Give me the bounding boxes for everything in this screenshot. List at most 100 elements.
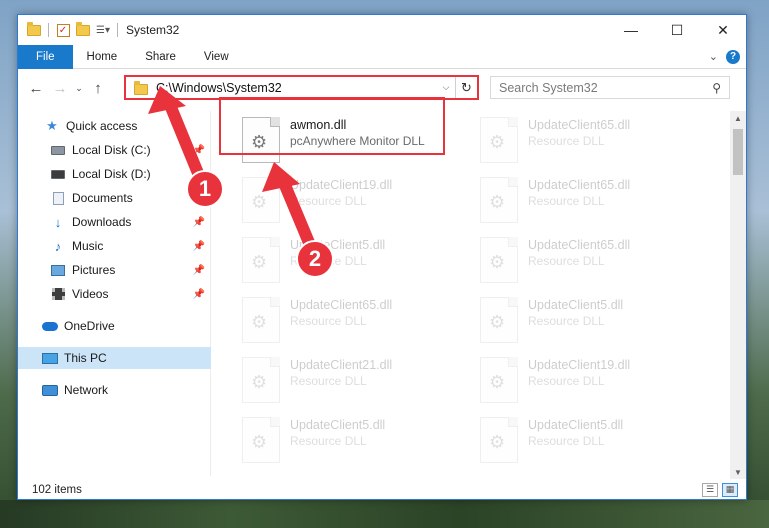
up-arrow-icon[interactable]: ↑ [86, 76, 110, 100]
recent-locations-chevron-icon[interactable]: ⌄ [72, 76, 86, 100]
dll-file-icon [480, 117, 518, 163]
forward-arrow-icon[interactable]: → [48, 76, 72, 100]
sidebar-item-downloads[interactable]: ↓ Downloads 📌 [18, 211, 211, 233]
sidebar-item-music[interactable]: ♪ Music 📌 [18, 235, 211, 257]
search-input[interactable] [499, 80, 713, 95]
status-bar: 102 items ☰ ▦ [18, 479, 746, 500]
sidebar-item-quick-access[interactable]: ★ Quick access [18, 115, 211, 137]
sidebar-item-label: OneDrive [64, 319, 115, 333]
expand-ribbon-icon[interactable]: ⌄ [709, 50, 718, 63]
file-description: Resource DLL [290, 434, 367, 448]
file-name: UpdateClient65.dll [528, 238, 631, 252]
sidebar-item-this-pc[interactable]: This PC [18, 347, 211, 369]
sidebar-item-label: Documents [72, 191, 133, 205]
file-tile[interactable]: UpdateClient65.dll Resource DLL [242, 293, 472, 345]
file-name: UpdateClient65.dll [528, 178, 631, 192]
drive-icon [50, 143, 66, 157]
sidebar-item-label: Downloads [72, 215, 132, 229]
sidebar-item-local-disk-d[interactable]: Local Disk (D:) [18, 163, 211, 185]
new-folder-icon[interactable] [75, 21, 91, 37]
toolbar-divider [117, 23, 118, 37]
network-icon [42, 383, 58, 397]
folder-icon [26, 21, 42, 37]
back-arrow-icon[interactable]: ← [24, 76, 48, 100]
maximize-button[interactable]: ☐ [654, 15, 700, 45]
close-button[interactable]: ✕ [700, 15, 746, 45]
step-2-callout: 2 [296, 240, 334, 278]
vertical-scrollbar[interactable]: ▲ ▼ [730, 111, 746, 479]
item-count: 102 items [32, 483, 82, 496]
help-icon[interactable]: ? [726, 49, 740, 64]
dll-file-icon [242, 417, 280, 463]
file-description: Resource DLL [528, 254, 605, 268]
file-name: UpdateClient65.dll [528, 118, 631, 132]
dll-file-icon [242, 177, 280, 223]
properties-icon[interactable]: ✓ [55, 23, 71, 37]
file-name: UpdateClient21.dll [290, 358, 393, 372]
file-name: UpdateClient5.dll [290, 418, 386, 432]
file-tile[interactable]: UpdateClient5.dllResource DLL [242, 233, 472, 285]
file-tile[interactable]: UpdateClient5.dllResource DLL [480, 293, 710, 345]
tab-file[interactable]: File [18, 44, 73, 69]
dll-file-icon [480, 297, 518, 343]
sidebar-item-network[interactable]: Network [18, 379, 211, 401]
file-tile[interactable]: UpdateClient21.dll Resource DLL [242, 353, 472, 405]
file-description: Resource DLL [528, 434, 605, 448]
search-icon[interactable]: ⚲ [712, 81, 721, 95]
file-description: Resource DLL [528, 134, 605, 148]
file-description: Resource DLL [290, 314, 367, 328]
highlight-box [219, 97, 445, 155]
refresh-icon[interactable]: ↻ [455, 77, 477, 98]
ribbon-tabs: File Home Share View ⌄ ? [18, 44, 746, 69]
tab-view[interactable]: View [190, 45, 243, 69]
sidebar-item-videos[interactable]: Videos 📌 [18, 283, 211, 305]
tab-share[interactable]: Share [131, 45, 190, 69]
address-dropdown-icon[interactable]: ⌵ [437, 82, 455, 93]
sidebar-item-label: Local Disk (D:) [72, 167, 151, 181]
scroll-thumb[interactable] [733, 129, 743, 175]
search-box[interactable]: ⚲ [490, 76, 730, 99]
customize-toolbar-icon[interactable]: ☰▾ [95, 23, 111, 37]
file-description: Resource DLL [528, 314, 605, 328]
sidebar-item-label: This PC [64, 351, 107, 365]
address-path[interactable]: C:\Windows\System32 [156, 81, 437, 95]
large-icons-view-icon[interactable]: ▦ [722, 482, 738, 497]
file-tile[interactable]: UpdateClient65.dll Resource DLL [480, 173, 710, 225]
dll-file-icon [480, 357, 518, 403]
file-tile[interactable]: UpdateClient19.dll Resource DLL [480, 353, 710, 405]
file-tile[interactable]: UpdateClient65.dll Resource DLL [480, 113, 710, 165]
scroll-down-icon[interactable]: ▼ [730, 465, 746, 479]
details-view-icon[interactable]: ☰ [702, 482, 718, 497]
minimize-button[interactable]: — [608, 15, 654, 45]
sidebar-item-label: Quick access [66, 119, 138, 133]
sidebar-item-local-disk-c[interactable]: Local Disk (C:) 📌 [18, 139, 211, 161]
file-description: Resource DLL [528, 194, 605, 208]
onedrive-icon [42, 319, 58, 333]
file-tile[interactable]: UpdateClient19.dll Resource DLL [242, 173, 472, 225]
tab-home[interactable]: Home [73, 45, 132, 69]
sidebar-item-documents[interactable]: Documents 📌 [18, 187, 211, 209]
file-description: Resource DLL [528, 374, 605, 388]
pin-icon: 📌 [192, 216, 205, 228]
file-tile[interactable]: UpdateClient5.dll Resource DLL [242, 413, 472, 465]
dll-file-icon [242, 237, 280, 283]
file-description: Resource DLL [290, 194, 367, 208]
file-tile[interactable]: UpdateClient5.dllResource DLL [480, 413, 710, 465]
window-title: System32 [126, 23, 180, 37]
window-controls: — ☐ ✕ [608, 15, 746, 45]
sidebar-item-onedrive[interactable]: OneDrive [18, 315, 211, 337]
pin-icon: 📌 [192, 264, 205, 276]
file-tile[interactable]: UpdateClient65.dll Resource DLL [480, 233, 710, 285]
sidebar-item-label: Music [72, 239, 104, 253]
dll-file-icon [480, 237, 518, 283]
scroll-up-icon[interactable]: ▲ [730, 111, 746, 125]
dll-file-icon [480, 417, 518, 463]
step-1-callout: 1 [186, 170, 224, 208]
navigation-pane: ★ Quick access Local Disk (C:) 📌 Local D… [18, 111, 211, 476]
documents-icon [50, 191, 66, 205]
star-icon: ★ [46, 118, 58, 133]
file-explorer-window: ✓ ☰▾ System32 — ☐ ✕ File Home Share View… [17, 14, 747, 500]
sidebar-item-pictures[interactable]: Pictures 📌 [18, 259, 211, 281]
sidebar-item-label: Pictures [72, 263, 116, 277]
file-name: UpdateClient19.dll [290, 178, 393, 192]
